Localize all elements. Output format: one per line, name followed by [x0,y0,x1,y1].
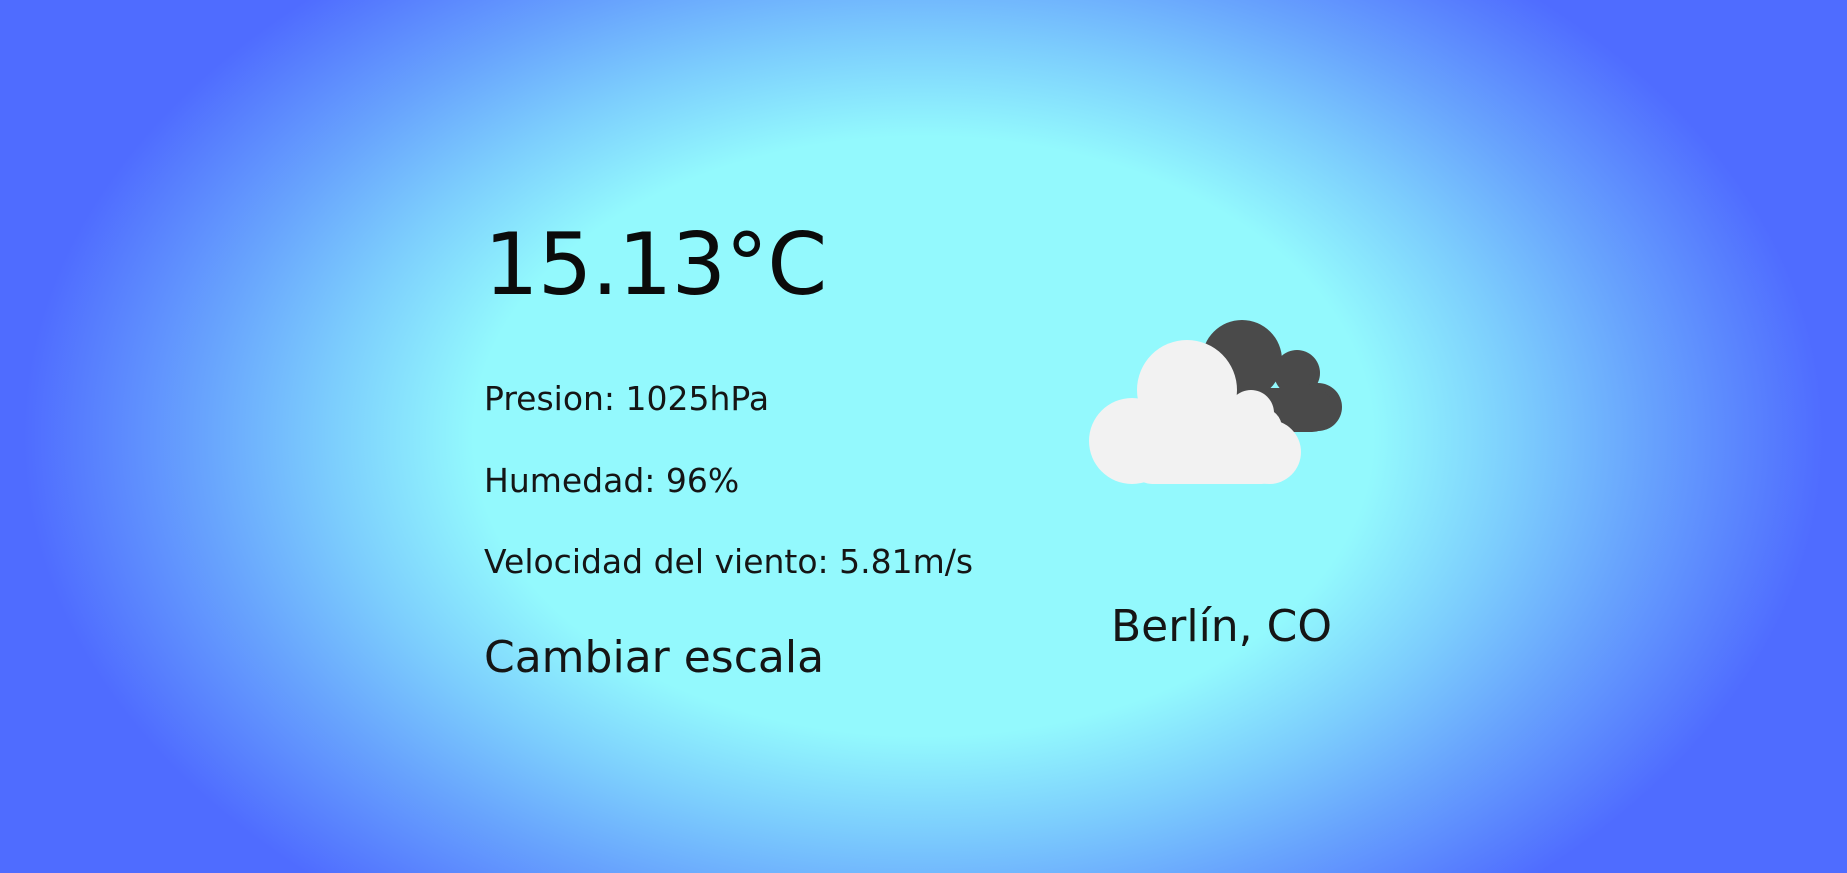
partly-cloudy-dark-icon [1088,318,1356,488]
humidity-text: Humedad: 96% [484,461,740,500]
pressure-text: Presion: 1025hPa [484,379,770,418]
location-label: Berlín, CO [1111,601,1333,652]
background-gradient [0,0,1847,873]
wind-speed-text: Velocidad del viento: 5.81m/s [484,542,974,581]
temperature-block: 15.13°C [484,215,827,315]
temperature-value: 15.13°C [484,215,827,315]
change-scale-button[interactable]: Cambiar escala [484,636,824,680]
